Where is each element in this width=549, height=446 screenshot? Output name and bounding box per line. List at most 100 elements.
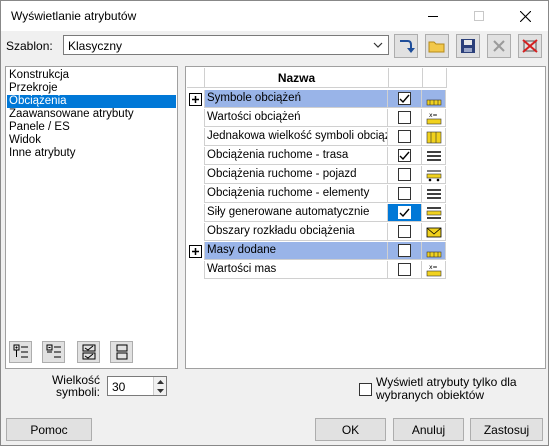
load-symbol-icon (422, 223, 446, 241)
grid-row[interactable]: Wartości mas x= (187, 261, 447, 279)
attribute-name: Symbole obciążeń (204, 90, 388, 108)
maximize-button (456, 1, 502, 31)
svg-text:x=: x= (429, 264, 438, 271)
selected-only-label: Wyświetl atrybuty tylko dla wybranych ob… (376, 376, 517, 402)
spin-down-icon[interactable] (154, 386, 166, 395)
close-icon (519, 10, 531, 22)
check-all-button[interactable] (77, 341, 100, 363)
category-item[interactable]: Panele / ES (7, 121, 176, 134)
checkbox-unchecked[interactable] (398, 168, 411, 181)
load-symbol-icon: x= (422, 261, 446, 279)
checkbox-unchecked[interactable] (398, 263, 411, 276)
category-item[interactable]: Konstrukcja (7, 69, 176, 82)
spin-up-icon[interactable] (154, 377, 166, 386)
svg-text:x=: x= (429, 112, 438, 119)
checkbox-checked[interactable] (398, 149, 411, 162)
minimize-button[interactable] (410, 1, 456, 31)
grid-row[interactable]: Obciążenia ruchome - pojazd (187, 166, 447, 184)
load-symbol-icon (422, 185, 446, 203)
open-folder-icon (428, 41, 445, 53)
attribute-name: Wartości obciążeń (204, 109, 388, 127)
category-item[interactable]: Widok (7, 134, 176, 147)
load-symbol-icon: x= (422, 109, 446, 127)
apply-arrow-icon (400, 40, 415, 53)
attribute-name: Obszary rozkładu obciążenia (204, 223, 388, 241)
remove-template-icon (522, 39, 538, 53)
attribute-checkbox-cell[interactable] (388, 242, 422, 260)
selected-only-checkbox[interactable] (359, 383, 372, 396)
checkbox-unchecked[interactable] (398, 225, 411, 238)
expand-tree-icon (13, 344, 28, 358)
checkbox-unchecked[interactable] (398, 244, 411, 257)
close-button[interactable] (502, 1, 548, 31)
attribute-checkbox-cell[interactable] (388, 261, 422, 279)
attribute-name: Jednakowa wielkość symboli obciążeń (204, 128, 388, 146)
open-template-button[interactable] (425, 34, 449, 58)
row-spacer (187, 261, 204, 279)
expand-all-button[interactable] (9, 341, 32, 363)
attribute-checkbox-cell[interactable] (388, 147, 422, 165)
cancel-button[interactable]: Anuluj (393, 418, 464, 441)
grid-header-corner (187, 68, 205, 88)
attribute-checkbox-cell[interactable] (388, 109, 422, 127)
checkbox-unchecked[interactable] (398, 111, 411, 124)
attribute-checkbox-cell[interactable] (388, 128, 422, 146)
row-spacer (187, 147, 204, 165)
category-item[interactable]: Inne atrybuty (7, 147, 176, 160)
selected-only-label-line2: wybranych obiektów (376, 388, 485, 402)
template-value: Klasyczny (68, 39, 123, 53)
ok-button[interactable]: OK (315, 418, 386, 441)
attribute-checkbox-cell[interactable] (388, 90, 422, 108)
symbol-size-value: 30 (112, 380, 126, 394)
apply-button[interactable]: Zastosuj (470, 418, 543, 441)
grid-row[interactable]: Wartości obciążeń x= (187, 109, 447, 127)
checkbox-checked[interactable] (398, 92, 411, 105)
checkbox-checked[interactable] (398, 206, 411, 219)
checkbox-unchecked[interactable] (398, 187, 411, 200)
grid-row[interactable]: Siły generowane automatycznie (187, 204, 447, 222)
category-item[interactable]: Zaawansowane atrybuty (7, 108, 176, 121)
checkbox-unchecked[interactable] (398, 130, 411, 143)
grid-row[interactable]: Masy dodane (187, 242, 447, 260)
symbol-size-spinner[interactable]: 30 (107, 376, 167, 396)
uncheck-all-button[interactable] (110, 341, 133, 363)
delete-icon (493, 40, 505, 52)
spinner-buttons[interactable] (153, 377, 166, 395)
expand-icon[interactable] (187, 90, 204, 108)
grid-row[interactable]: Obszary rozkładu obciążenia (187, 223, 447, 241)
attribute-name: Obciążenia ruchome - trasa (204, 147, 388, 165)
symbol-size-label-line2: symboli: (55, 385, 100, 399)
row-spacer (187, 204, 204, 222)
collapse-all-button[interactable] (42, 341, 65, 363)
expand-icon[interactable] (187, 242, 204, 260)
delete-template-button (487, 34, 511, 58)
remove-template-button[interactable] (518, 34, 542, 58)
minimize-icon (428, 16, 438, 17)
grid-row[interactable]: Obciążenia ruchome - trasa (187, 147, 447, 165)
attribute-checkbox-cell[interactable] (388, 166, 422, 184)
attribute-name: Wartości mas (204, 261, 388, 279)
category-list: Konstrukcja Przekroje Obciążenia Zaawans… (5, 66, 178, 369)
attribute-checkbox-cell[interactable] (388, 185, 422, 203)
check-all-icon (82, 344, 95, 360)
category-item[interactable]: Przekroje (7, 82, 176, 95)
apply-template-button[interactable] (394, 34, 418, 58)
attribute-name: Obciążenia ruchome - pojazd (204, 166, 388, 184)
attribute-checkbox-cell[interactable] (388, 204, 422, 222)
help-button[interactable]: Pomoc (6, 418, 92, 441)
row-spacer (187, 185, 204, 203)
category-item-selected[interactable]: Obciążenia (7, 95, 176, 108)
attribute-name: Obciążenia ruchome - elementy (204, 185, 388, 203)
title-bar: Wyświetlanie atrybutów (1, 1, 548, 31)
grid-row[interactable]: Symbole obciążeń (187, 90, 447, 108)
grid-row[interactable]: Obciążenia ruchome - elementy (187, 185, 447, 203)
load-symbol-icon (422, 128, 446, 146)
grid-row[interactable]: Jednakowa wielkość symboli obciążeń (187, 128, 447, 146)
template-combo[interactable]: Klasyczny (63, 35, 389, 55)
window-title: Wyświetlanie atrybutów (11, 9, 137, 23)
attribute-checkbox-cell[interactable] (388, 223, 422, 241)
load-symbol-icon (422, 90, 446, 108)
load-symbol-icon (422, 166, 446, 184)
row-spacer (187, 223, 204, 241)
save-template-button[interactable] (456, 34, 480, 58)
